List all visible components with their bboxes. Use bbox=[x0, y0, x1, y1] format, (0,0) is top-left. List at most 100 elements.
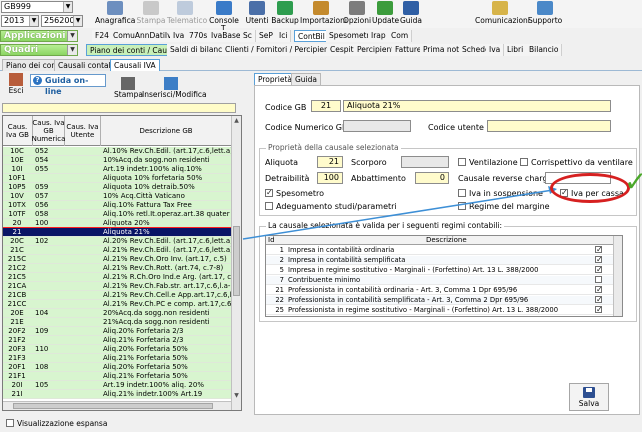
chevron-down-icon[interactable]: ▼ bbox=[67, 31, 77, 41]
list-item[interactable]: 7 Contribuente minimo bbox=[266, 276, 614, 285]
visualizzazione-espansa-checkbox[interactable]: Visualizzazione espansa bbox=[6, 419, 107, 428]
table-row[interactable]: 21CA Al.21% Rev.Ch.Fab.str. art.17,c.6,l.… bbox=[3, 282, 231, 291]
applicazioni-selector[interactable]: Applicazioni ▼ bbox=[0, 30, 78, 42]
company-number-combo[interactable]: 256200 ▼ bbox=[41, 15, 83, 27]
codice-numerico-field[interactable] bbox=[343, 120, 411, 132]
chevron-down-icon[interactable]: ▼ bbox=[63, 2, 72, 12]
table-row[interactable]: 21C2 Al.21% Rev.Ch.Rott. (art.74, c.7-8) bbox=[3, 264, 231, 273]
regimi-scrollbar[interactable] bbox=[613, 236, 622, 316]
col-caus-iva-gb-numerica[interactable]: Caus. Iva GB Numerica bbox=[32, 116, 65, 146]
module-tab-com[interactable]: Com bbox=[388, 30, 413, 42]
checkbox-box[interactable] bbox=[265, 188, 273, 198]
col-caus-iva-utente[interactable]: Caus. Iva Utente bbox=[65, 116, 101, 146]
update-button[interactable]: Update bbox=[372, 1, 399, 27]
table-row[interactable]: 21 Aliquota 21% bbox=[3, 227, 232, 238]
chevron-down-icon[interactable]: ▼ bbox=[73, 16, 82, 26]
comunicazioni-button[interactable]: Comunicazioni bbox=[475, 1, 530, 27]
module-tab-clienti-fornitori[interactable]: Clienti / Fornitori / Percipienti bbox=[222, 44, 338, 56]
esci-button[interactable]: Esci bbox=[6, 73, 26, 97]
module-tab-ici[interactable]: Ici bbox=[276, 30, 292, 42]
guida-online-button[interactable]: ? Guida on-line bbox=[30, 74, 106, 96]
list-item[interactable]: 2 Impresa in contabilità semplificata bbox=[266, 255, 614, 265]
checkbox-box[interactable] bbox=[458, 189, 466, 197]
utenti-button[interactable]: Utenti bbox=[244, 1, 270, 27]
abbattimento-field[interactable]: 0 bbox=[415, 172, 449, 184]
checkbox-box[interactable] bbox=[560, 188, 568, 198]
backup-button[interactable]: Backup bbox=[271, 1, 299, 27]
codice-gb-field[interactable]: 21 bbox=[311, 100, 341, 112]
opzioni-button[interactable]: Opzioni bbox=[343, 1, 371, 27]
regime-margine-checkbox[interactable]: Regime del margine bbox=[458, 202, 550, 212]
table-row[interactable]: 10F1 Aliquota 10% forfetaria 50% bbox=[3, 174, 231, 183]
checkbox-box[interactable] bbox=[6, 419, 14, 427]
regime-checkbox[interactable] bbox=[595, 305, 605, 315]
table-row[interactable]: 10TX 056 Aliq.10% Fattura Tax Free bbox=[3, 201, 231, 210]
table-row[interactable]: 20F2 109 Aliq.20% Forfetaria 2/3 bbox=[3, 327, 231, 336]
table-row[interactable]: 10I 055 Art.19 indetr.100% aliq.10% bbox=[3, 165, 231, 174]
module-tab-libri[interactable]: Libri bbox=[504, 44, 528, 56]
scorporo-field[interactable] bbox=[401, 156, 449, 168]
tab-proprieta[interactable]: Proprietà bbox=[254, 73, 296, 85]
table-row[interactable]: 10TF 058 Aliq.10% retl.It.operaz.art.38 qu… bbox=[3, 210, 231, 219]
chevron-down-icon[interactable]: ▼ bbox=[67, 45, 77, 55]
spesometro-checkbox[interactable]: Spesometro bbox=[265, 188, 324, 199]
list-item[interactable]: 22 Professionista in contabilità semplifi… bbox=[266, 295, 614, 305]
anagrafica-button[interactable]: Anagrafica bbox=[95, 1, 135, 27]
supporto-button[interactable]: Supporto bbox=[528, 1, 562, 27]
list-item[interactable]: 25 Professionista in regime sostitutivo -… bbox=[266, 305, 614, 315]
table-row[interactable]: 10V 057 10% Acq.Città Vaticano bbox=[3, 192, 231, 201]
scroll-up-icon[interactable]: ▲ bbox=[232, 116, 241, 125]
table-row[interactable]: 21I Aliq.21% indetr.100% Art.19 bbox=[3, 390, 231, 399]
checkbox-box[interactable] bbox=[595, 305, 603, 314]
col-descrizione-gb[interactable]: Descrizione GB bbox=[101, 116, 231, 146]
table-row[interactable]: 21E 21%Acq.da sogg.non residenti bbox=[3, 318, 231, 327]
table-row[interactable]: 21CC Al.21% Rev.Ch.PC e comp. art.17,c.6,… bbox=[3, 300, 231, 309]
module-tab-irap[interactable]: Irap bbox=[368, 30, 390, 42]
checkbox-box[interactable] bbox=[595, 255, 603, 264]
scroll-down-icon[interactable]: ▼ bbox=[232, 391, 241, 400]
list-item[interactable]: 1 Impresa in contabilità ordinaria bbox=[266, 245, 614, 255]
table-row[interactable]: 10C 052 Al.10% Rev.Ch.Edil. (art.17,c.6,le… bbox=[3, 147, 231, 156]
grid-horizontal-scrollbar[interactable] bbox=[3, 401, 231, 410]
detraibilita-field[interactable]: 100 bbox=[317, 172, 343, 184]
company-code-combo[interactable]: GB999 ▼ bbox=[1, 1, 73, 13]
inserisci-modifica-button[interactable]: Inserisci/Modifica bbox=[142, 77, 207, 101]
iva-sospensione-checkbox[interactable]: Iva in sospensione bbox=[458, 189, 543, 199]
module-tab-sep[interactable]: SeP bbox=[256, 30, 277, 42]
table-row[interactable]: 21F1 Aliq.21% Forfetaria 50% bbox=[3, 372, 231, 381]
col-caus-iva-gb[interactable]: Caus. Iva GB bbox=[3, 116, 33, 146]
importazioni-button[interactable]: Importazioni bbox=[300, 1, 347, 27]
table-row[interactable]: 20 100 Aliquota 20% bbox=[3, 219, 231, 228]
table-row[interactable]: 21F2 Aliq.21% Forfetaria 2/3 bbox=[3, 336, 231, 345]
ventilazione-checkbox[interactable]: Ventilazione bbox=[458, 158, 518, 168]
codice-utente-field[interactable] bbox=[487, 120, 611, 132]
checkbox-box[interactable] bbox=[520, 158, 528, 166]
scrollbar-thumb[interactable] bbox=[13, 403, 213, 409]
table-row[interactable]: 21C5 Al.21% R.Ch.Oro Ind.e Arg. (art.17, … bbox=[3, 273, 231, 282]
checkbox-box[interactable] bbox=[458, 158, 466, 166]
stampa-button[interactable]: Stampa bbox=[136, 1, 166, 27]
guida-button[interactable]: Guida bbox=[399, 1, 423, 27]
table-row[interactable]: 20E 104 20%Acq.da sogg.non residenti bbox=[3, 309, 231, 318]
list-item[interactable]: 5 Impresa in regime sostitutivo - Margina… bbox=[266, 265, 614, 275]
stampa-left-button[interactable]: Stampa bbox=[114, 77, 143, 101]
reverse-charge-field[interactable] bbox=[545, 172, 611, 184]
module-tab-bilancio[interactable]: Bilancio bbox=[526, 44, 563, 56]
regime-checkbox[interactable] bbox=[595, 265, 605, 275]
regime-checkbox[interactable] bbox=[595, 245, 605, 255]
iva-per-cassa-checkbox[interactable]: Iva per cassa bbox=[560, 188, 624, 199]
tab-guida[interactable]: Guida bbox=[291, 73, 322, 85]
table-row[interactable]: 10E 054 10%Acq.da sogg.non residenti bbox=[3, 156, 231, 165]
table-row[interactable]: 21F3 Aliq.21% Forfetaria 50% bbox=[3, 354, 231, 363]
module-tab-sc[interactable]: Sc bbox=[240, 30, 256, 42]
table-row[interactable]: 215C Al.21% Rev.Ch.Oro Inv. (art.17, c.5) bbox=[3, 255, 231, 264]
salva-button[interactable]: Salva bbox=[569, 383, 609, 411]
aliquota-field[interactable]: 21 bbox=[317, 156, 343, 168]
adeguamento-checkbox[interactable]: Adeguamento studi/parametri bbox=[265, 202, 397, 212]
module-tab-iva2[interactable]: Iva bbox=[486, 44, 505, 56]
module-tab-contbil[interactable]: ContBil bbox=[294, 30, 329, 42]
grid-vertical-scrollbar[interactable]: ▲ ▼ bbox=[231, 116, 241, 410]
checkbox-box[interactable] bbox=[595, 245, 603, 254]
table-row[interactable]: 10P5 059 Aliquota 10% detraib.50% bbox=[3, 183, 231, 192]
chevron-down-icon[interactable]: ▼ bbox=[29, 16, 38, 26]
